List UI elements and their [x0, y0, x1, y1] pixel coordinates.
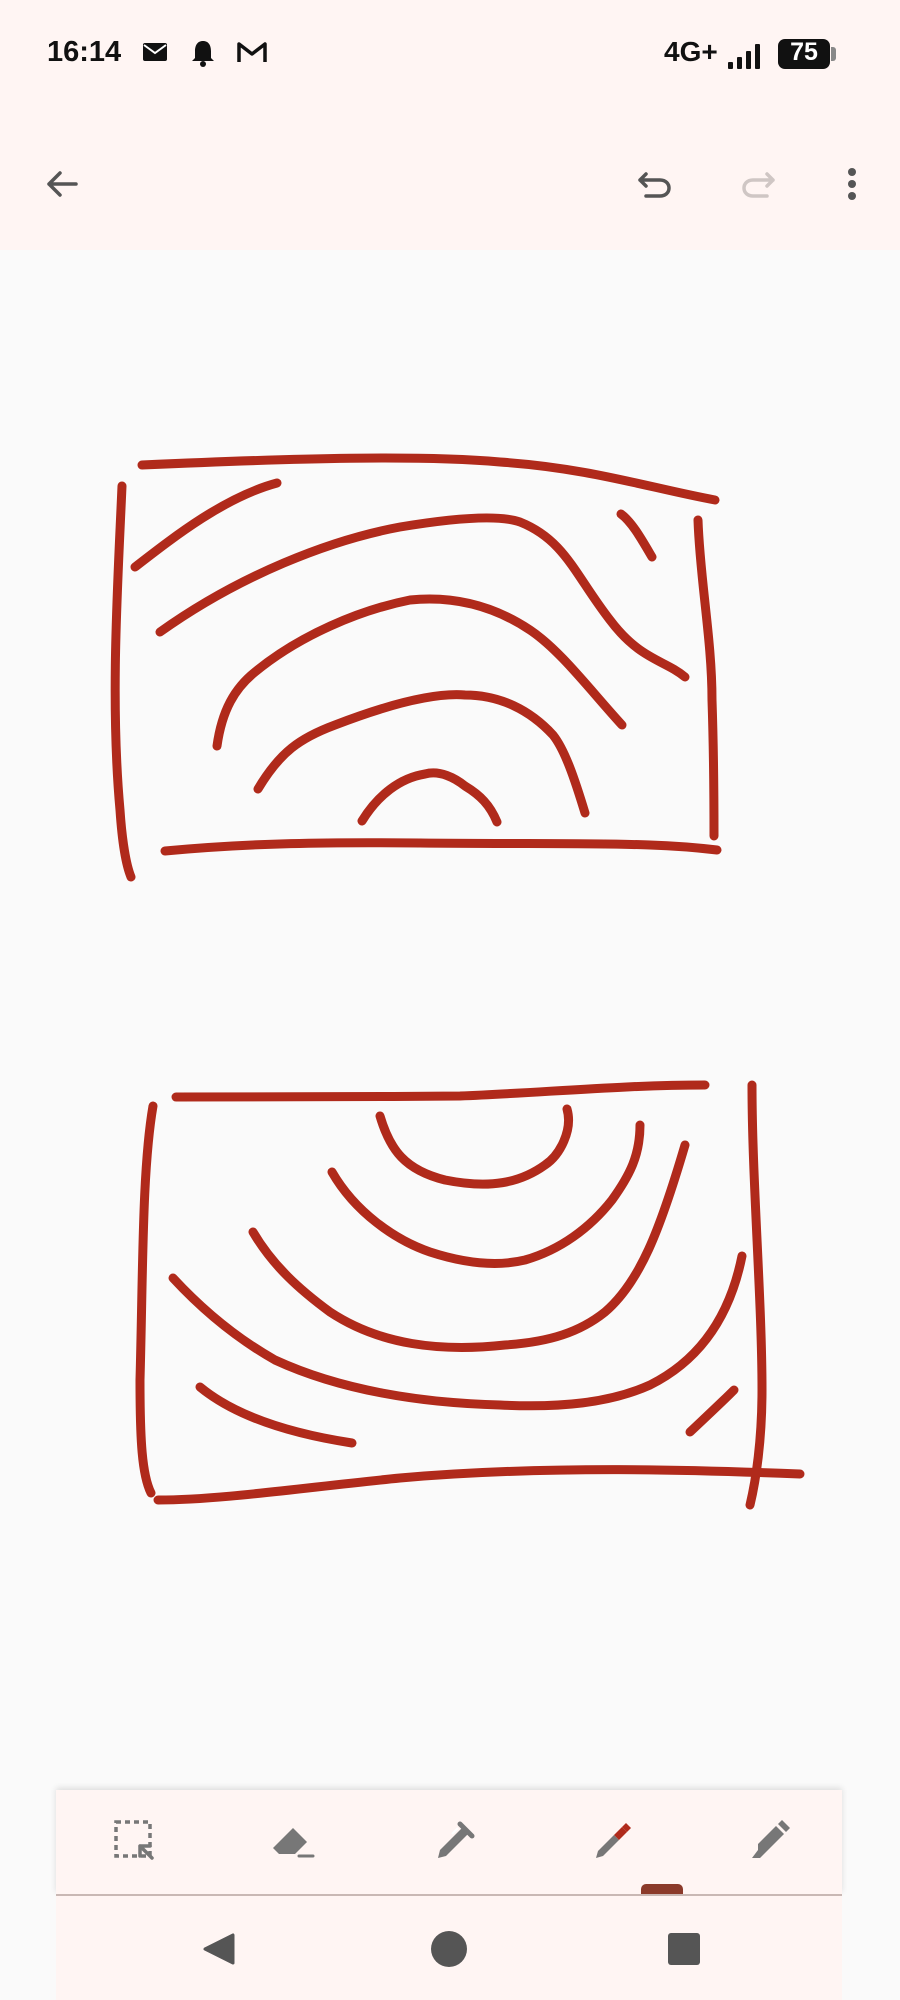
- signal-icon: [726, 40, 766, 75]
- redo-icon[interactable]: [735, 160, 783, 208]
- marker-icon[interactable]: [584, 1812, 640, 1868]
- recents-square-icon[interactable]: [659, 1924, 709, 1974]
- selected-tool-indicator: [641, 1884, 683, 1894]
- status-bar: 16:14 4G+ 75: [0, 0, 900, 110]
- more-options-icon[interactable]: [828, 160, 876, 208]
- undo-icon[interactable]: [630, 160, 678, 208]
- lasso-select-icon[interactable]: [106, 1812, 162, 1868]
- battery-level: 75: [790, 38, 818, 66]
- home-circle-icon[interactable]: [424, 1924, 474, 1974]
- pen-icon[interactable]: [426, 1812, 482, 1868]
- back-triangle-icon[interactable]: [194, 1924, 244, 1974]
- email-icon: [141, 38, 169, 71]
- highlighter-icon[interactable]: [742, 1812, 798, 1868]
- app-toolbar: [0, 110, 900, 250]
- gmail-icon: [236, 38, 268, 71]
- tool-tray: [56, 1790, 842, 1894]
- system-nav-bar: [56, 1896, 842, 2000]
- ink-strokes: [110, 453, 805, 1510]
- battery-tip: [831, 47, 836, 61]
- status-time: 16:14: [47, 36, 122, 68]
- drawing-canvas[interactable]: [0, 250, 900, 1790]
- eraser-icon[interactable]: [265, 1812, 321, 1868]
- network-type: 4G+: [664, 36, 718, 67]
- back-arrow-icon[interactable]: [38, 160, 86, 208]
- bell-icon: [189, 38, 217, 73]
